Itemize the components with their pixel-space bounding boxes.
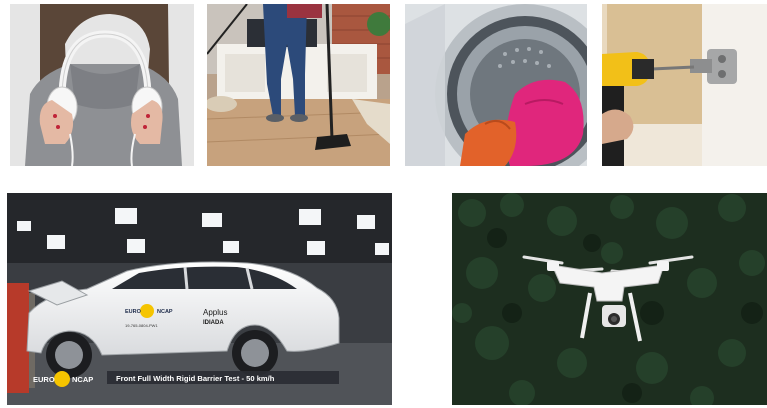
headphones-photo <box>10 4 194 166</box>
cordless-drill-photo <box>602 4 767 166</box>
drone-image <box>452 193 767 405</box>
headphones-image <box>10 4 194 166</box>
crash-test-photo: EURO NCAP 19-765-0804-PW1 Applus IDIADA … <box>7 193 392 405</box>
crash-test-caption: Front Full Width Rigid Barrier Test - 50… <box>116 374 275 383</box>
svg-text:NCAP: NCAP <box>157 309 173 315</box>
euro-ncap-overlay-logo: EURO <box>33 375 55 384</box>
washing-machine-image <box>405 4 587 166</box>
svg-text:IDIADA: IDIADA <box>203 320 224 326</box>
drill-image <box>602 4 767 166</box>
applus-logo-text: Applus <box>203 308 227 317</box>
car-plate-text: 19-765-0804-PW1 <box>125 323 158 328</box>
crash-test-image: EURO NCAP 19-765-0804-PW1 Applus IDIADA … <box>7 193 392 405</box>
drone-over-forest-photo <box>452 193 767 405</box>
euro-ncap-door-logo: EURO <box>125 309 142 315</box>
vacuum-image <box>207 4 390 166</box>
vacuum-cleaning-photo <box>207 4 390 166</box>
washing-machine-photo <box>405 4 587 166</box>
svg-text:NCAP: NCAP <box>72 375 93 384</box>
